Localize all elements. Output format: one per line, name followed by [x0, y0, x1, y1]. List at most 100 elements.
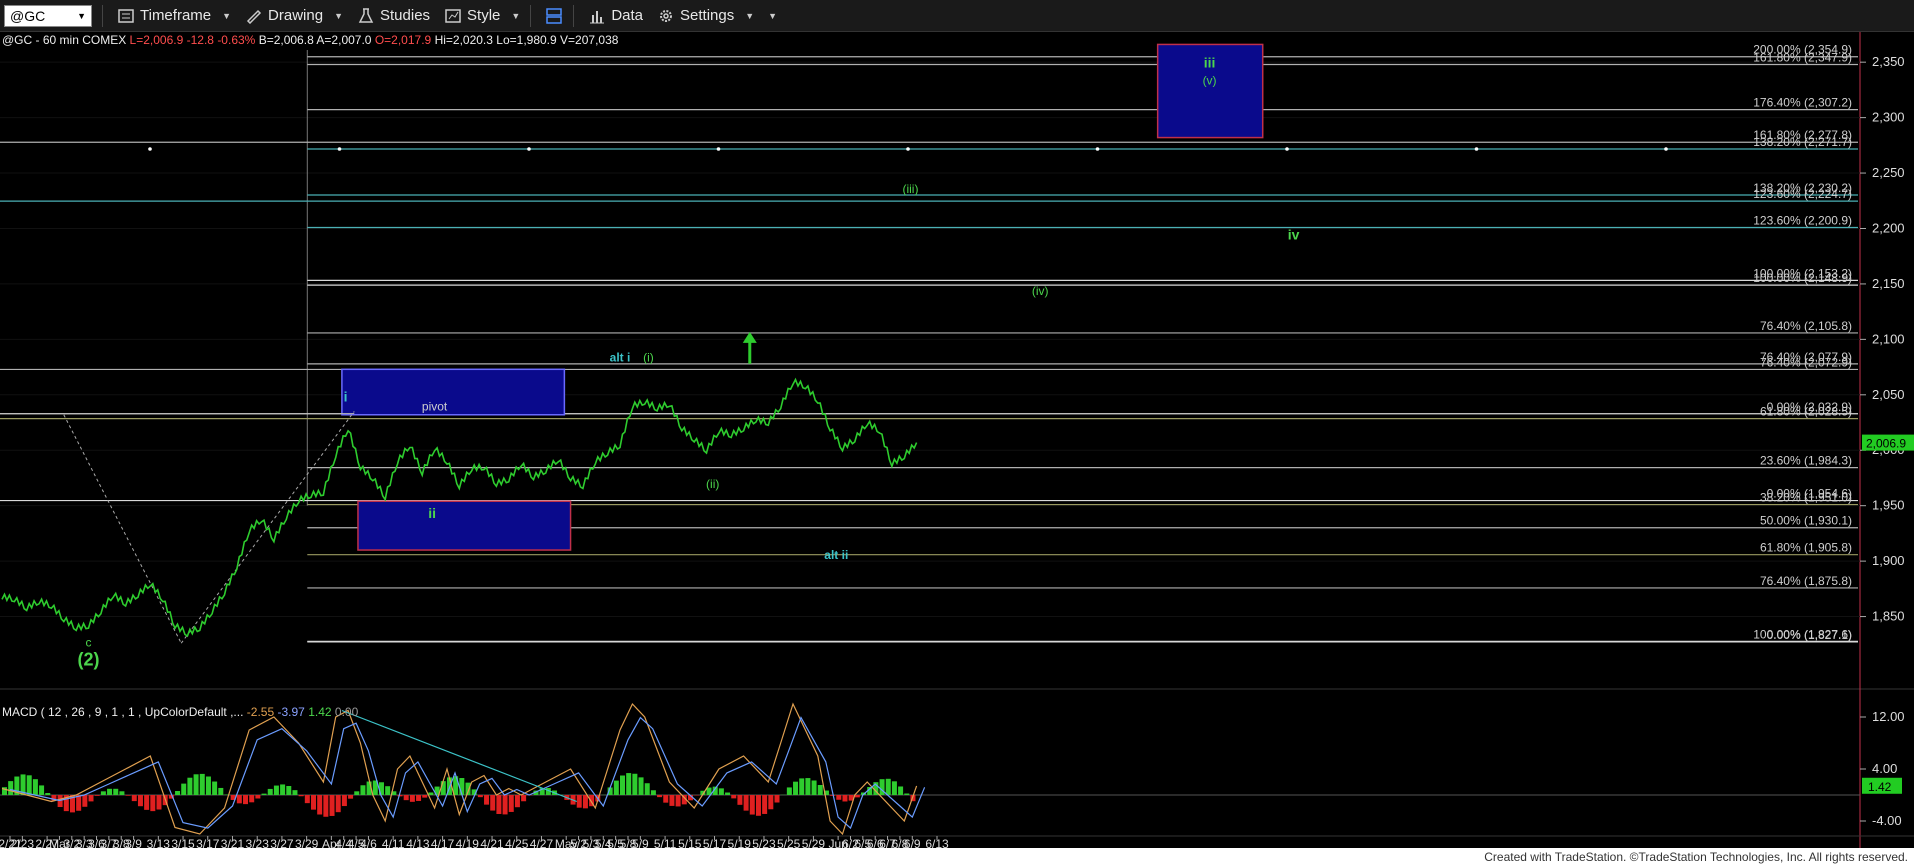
macd-histogram-bar: [360, 785, 366, 795]
macd-histogram-bar: [205, 776, 211, 795]
macd-histogram-bar: [898, 786, 904, 795]
macd-legend: MACD ( 12 , 26 , 9 , 1 , 1 , UpColorDefa…: [2, 705, 358, 719]
chevron-down-icon[interactable]: ▼: [77, 11, 86, 21]
wave-label: (v): [1203, 73, 1217, 87]
wave-label: iv: [1288, 227, 1300, 243]
y-tick-label: 1,950: [1872, 498, 1905, 513]
macd-histogram-bar: [311, 795, 316, 810]
toolbar-menu-icon[interactable]: ▼: [768, 11, 777, 21]
macd-y-tick-label: -4.00: [1872, 813, 1902, 828]
timeframe-icon: [118, 8, 134, 23]
layout-button[interactable]: [545, 4, 563, 28]
toolbar-divider: [530, 4, 532, 27]
drawing-label: Drawing: [268, 7, 324, 24]
price-chart[interactable]: 1,8501,9001,9502,0002,0502,1002,1502,200…: [0, 32, 1914, 848]
macd-histogram-bar: [317, 795, 323, 815]
y-tick-label: 2,300: [1872, 110, 1905, 125]
macd-histogram-bar: [731, 795, 737, 799]
y-tick-label: 2,350: [1872, 54, 1905, 69]
macd-histogram-bar: [26, 775, 32, 795]
x-tick-label: 5/11: [654, 837, 677, 848]
macd-histogram-bar: [267, 788, 273, 795]
symbol-input[interactable]: @GC ▼: [4, 4, 92, 27]
data-button[interactable]: Data: [588, 4, 643, 28]
symbol-value: @GC: [10, 7, 46, 24]
marker-dot: [1664, 147, 1668, 151]
macd-histogram-bar: [175, 791, 181, 795]
x-tick-label: 5/25: [777, 837, 801, 848]
macd-histogram-bar: [100, 791, 106, 795]
macd-histogram-bar: [150, 795, 156, 812]
macd-histogram-bar: [879, 779, 885, 795]
macd-histogram-bar: [286, 786, 292, 795]
macd-histogram-bar: [335, 795, 341, 813]
bar-chart-icon: [590, 10, 605, 23]
macd-current-label: 1.42: [1868, 780, 1892, 794]
studies-button[interactable]: Studies: [357, 4, 430, 28]
macd-histogram-bar: [32, 779, 38, 795]
style-button[interactable]: Style ▼: [444, 4, 520, 28]
pivot-box: [341, 368, 566, 416]
x-tick-label: 4/17: [431, 837, 455, 848]
macd-histogram-bar: [119, 791, 125, 795]
macd-histogram-bar: [131, 795, 137, 802]
fib-level-label: 61.80% (1,905.8): [1760, 541, 1852, 555]
drawing-button[interactable]: Drawing ▼: [245, 4, 343, 28]
quote-bar: @GC - 60 min COMEX L=2,006.9 -12.8 -0.63…: [2, 33, 618, 47]
caret-down-icon: ▼: [334, 10, 343, 21]
macd-histogram-bar: [521, 795, 527, 802]
x-tick-label: 3/29: [295, 837, 319, 848]
wave-label: (iv): [1032, 284, 1049, 298]
quote-last: L=2,006.9: [129, 33, 184, 47]
macd-histogram-bar: [94, 795, 100, 796]
macd-histogram-bar: [774, 795, 780, 803]
macd-histogram-bar: [508, 795, 514, 812]
caret-down-icon: ▼: [511, 10, 521, 21]
macd-histogram-bar: [125, 795, 131, 796]
macd-histogram-bar: [805, 778, 811, 795]
x-tick-label: 3/9: [125, 837, 142, 848]
fib-level-label: 50.00% (1,930.1): [1760, 514, 1852, 528]
y-tick-label: 2,050: [1872, 387, 1905, 402]
marker-dot: [527, 147, 531, 151]
wave-label: (2): [78, 649, 100, 669]
macd-histogram-bar: [904, 793, 910, 795]
macd-histogram-bar: [385, 786, 391, 795]
quote-bid: B=2,006.8: [258, 33, 314, 47]
quote-pct: -0.63%: [217, 33, 256, 47]
macd-histogram-bar: [422, 795, 428, 798]
macd-histogram-bar: [743, 795, 749, 811]
support-box: [357, 500, 572, 551]
macd-histogram-bar: [397, 795, 403, 797]
x-tick-label: 5/17: [703, 837, 727, 848]
macd-histogram-bar: [137, 795, 143, 807]
macd-histogram-bar: [576, 795, 582, 808]
macd-histogram-bar: [620, 775, 625, 795]
x-tick-label: 5/19: [728, 837, 752, 848]
macd-histogram-bar: [638, 777, 644, 795]
macd-histogram-bar: [644, 783, 650, 795]
data-label: Data: [611, 7, 644, 24]
marker-dot: [1285, 147, 1289, 151]
macd-histogram-bar: [650, 790, 656, 795]
x-tick-label: 3/17: [196, 837, 220, 848]
macd-value-4: 0.00: [334, 705, 359, 719]
macd-histogram-bar: [113, 788, 119, 795]
settings-button[interactable]: Settings ▼: [657, 4, 754, 28]
macd-histogram-bar: [490, 795, 496, 811]
marker-dot: [1095, 147, 1100, 151]
x-tick-label: 4/13: [406, 837, 430, 848]
macd-histogram-bar: [632, 773, 638, 795]
macd-histogram-bar: [477, 795, 483, 798]
macd-histogram-bar: [156, 795, 162, 810]
timeframe-button[interactable]: Timeframe ▼: [117, 4, 231, 28]
pencil-icon: [246, 9, 262, 24]
macd-histogram-bar: [891, 781, 897, 795]
macd-histogram-bar: [657, 795, 663, 798]
macd-histogram-bar: [76, 795, 82, 811]
caret-down-icon: ▼: [745, 10, 755, 21]
macd-histogram-bar: [144, 795, 150, 810]
macd-histogram-bar: [403, 795, 409, 801]
x-tick-label: 3/27: [270, 837, 294, 848]
macd-histogram-bar: [718, 788, 724, 795]
